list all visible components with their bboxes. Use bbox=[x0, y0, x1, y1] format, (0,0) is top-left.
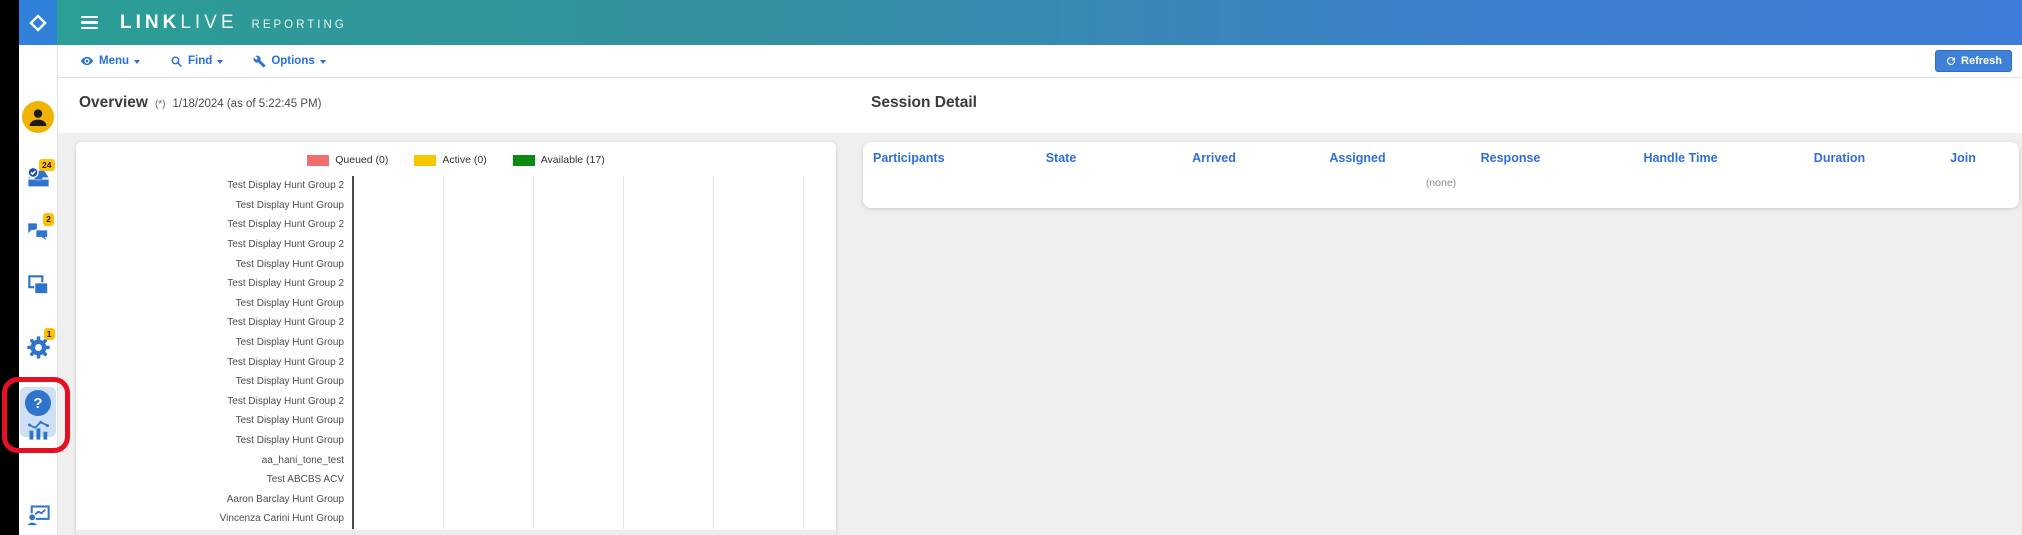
column-header-join[interactable]: Join bbox=[1911, 151, 2015, 165]
column-header-response[interactable]: Response bbox=[1428, 151, 1593, 165]
sidebar-item-settings[interactable]: 1 bbox=[19, 330, 57, 364]
sidebar-item-windows[interactable] bbox=[19, 268, 57, 302]
hunt-group-label: Test Display Hunt Group bbox=[76, 337, 350, 348]
sidebar-item-profile[interactable] bbox=[19, 100, 57, 134]
hunt-group-label: Test Display Hunt Group 2 bbox=[76, 396, 350, 407]
hunt-group-label: Test ABCBS ACV bbox=[76, 474, 350, 485]
legend-label: Active (0) bbox=[442, 154, 486, 166]
hunt-group-label: Test Display Hunt Group bbox=[76, 298, 350, 309]
legend-swatch bbox=[307, 155, 329, 166]
column-header-participants[interactable]: Participants bbox=[863, 151, 981, 165]
chevron-down-icon bbox=[217, 60, 223, 64]
legend-item: Queued (0) bbox=[307, 154, 388, 166]
legend-label: Queued (0) bbox=[335, 154, 388, 166]
hunt-group-label: Test Display Hunt Group bbox=[76, 259, 350, 270]
column-header-state[interactable]: State bbox=[981, 151, 1141, 165]
session-empty-text: (none) bbox=[863, 177, 2019, 189]
find-label: Find bbox=[188, 55, 212, 67]
settings-badge: 1 bbox=[44, 328, 55, 341]
brand-secondary: LIVE bbox=[180, 12, 237, 34]
refresh-icon bbox=[1945, 55, 1957, 67]
chat-badge: 2 bbox=[43, 213, 54, 226]
bar-chart-icon bbox=[25, 416, 52, 443]
options-label: Options bbox=[271, 55, 314, 67]
hunt-group-label: Test Display Hunt Group 2 bbox=[76, 239, 350, 250]
session-header-row: ParticipantsStateArrivedAssignedResponse… bbox=[863, 151, 2019, 165]
overview-chart-card: Queued (0) Active (0) Available (17) Test … bbox=[76, 142, 836, 535]
inbox-badge: 24 bbox=[39, 159, 54, 172]
column-header-handle-time[interactable]: Handle Time bbox=[1593, 151, 1768, 165]
brand-suffix: REPORTING bbox=[252, 19, 347, 31]
page-title: Overview bbox=[79, 94, 148, 112]
hunt-group-label: aa_hani_tone_test bbox=[76, 455, 350, 466]
menu-dropdown[interactable]: Menu bbox=[80, 54, 140, 68]
overview-date: 1/18/2024 (as of 5:22:45 PM) bbox=[173, 98, 322, 110]
brand-primary: LINK bbox=[120, 12, 180, 34]
screen-edge bbox=[0, 0, 19, 535]
app-header: LINKLIVE REPORTING bbox=[57, 0, 2022, 45]
person-icon bbox=[26, 105, 50, 129]
avatar bbox=[22, 101, 54, 133]
sidebar-item-chat[interactable]: 2 bbox=[19, 215, 57, 249]
sidebar-item-monitoring[interactable] bbox=[19, 498, 57, 532]
overview-flag: (*) bbox=[155, 99, 166, 110]
find-dropdown[interactable]: Find bbox=[170, 55, 223, 68]
windows-icon bbox=[25, 272, 51, 298]
diamond-logo-icon bbox=[26, 11, 50, 35]
hunt-group-label: Test Display Hunt Group 2 bbox=[76, 357, 350, 368]
hunt-group-label: Test Display Hunt Group bbox=[76, 200, 350, 211]
wrench-icon bbox=[253, 55, 266, 68]
column-header-assigned[interactable]: Assigned bbox=[1287, 151, 1428, 165]
refresh-button[interactable]: Refresh bbox=[1935, 50, 2012, 72]
app-logo[interactable] bbox=[19, 0, 57, 45]
column-header-arrived[interactable]: Arrived bbox=[1141, 151, 1287, 165]
hunt-group-label: Test Display Hunt Group bbox=[76, 415, 350, 426]
chevron-down-icon bbox=[134, 60, 140, 64]
chevron-down-icon bbox=[320, 60, 326, 64]
column-header-duration[interactable]: Duration bbox=[1768, 151, 1911, 165]
chart-legend: Queued (0) Active (0) Available (17) bbox=[76, 142, 836, 172]
horizontal-scrollbar[interactable] bbox=[76, 530, 836, 535]
hunt-group-label: Test Display Hunt Group 2 bbox=[76, 219, 350, 230]
sidebar-item-inbox[interactable]: 24 bbox=[19, 161, 57, 195]
hunt-group-label: Test Display Hunt Group bbox=[76, 435, 350, 446]
hunt-group-label: Test Display Hunt Group 2 bbox=[76, 180, 350, 191]
sidebar: 24 2 1 bbox=[19, 45, 58, 535]
hunt-group-label: Aaron Barclay Hunt Group bbox=[76, 494, 350, 505]
search-icon bbox=[170, 55, 183, 68]
chart-grid bbox=[352, 176, 826, 529]
hunt-group-label: Vincenza Carini Hunt Group bbox=[76, 513, 350, 524]
hunt-group-label: Test Display Hunt Group 2 bbox=[76, 317, 350, 328]
legend-item: Available (17) bbox=[513, 154, 605, 166]
brand: LINKLIVE REPORTING bbox=[120, 12, 347, 34]
chart-body: Test Display Hunt Group 2 Test Display Hu… bbox=[76, 176, 836, 529]
legend-swatch bbox=[513, 155, 535, 166]
titles-row: Overview (*) 1/18/2024 (as of 5:22:45 PM… bbox=[58, 78, 2022, 133]
presenter-icon bbox=[25, 502, 52, 529]
main-area: Menu Find Options bbox=[58, 45, 2022, 535]
toolbar: Menu Find Options bbox=[58, 45, 2022, 78]
overview-heading: Overview (*) 1/18/2024 (as of 5:22:45 PM… bbox=[79, 94, 321, 112]
sidebar-item-reports[interactable] bbox=[19, 395, 57, 429]
legend-swatch bbox=[414, 155, 436, 166]
hamburger-menu-icon[interactable] bbox=[81, 16, 98, 30]
options-dropdown[interactable]: Options bbox=[253, 55, 325, 68]
menu-label: Menu bbox=[99, 55, 129, 67]
session-detail-card: ParticipantsStateArrivedAssignedResponse… bbox=[863, 142, 2019, 208]
hunt-group-label: Test Display Hunt Group 2 bbox=[76, 278, 350, 289]
session-detail-title: Session Detail bbox=[871, 94, 977, 112]
refresh-label: Refresh bbox=[1961, 55, 2002, 67]
hunt-group-label: Test Display Hunt Group bbox=[76, 376, 350, 387]
eye-icon bbox=[80, 54, 94, 68]
legend-label: Available (17) bbox=[541, 154, 605, 166]
legend-item: Active (0) bbox=[414, 154, 486, 166]
